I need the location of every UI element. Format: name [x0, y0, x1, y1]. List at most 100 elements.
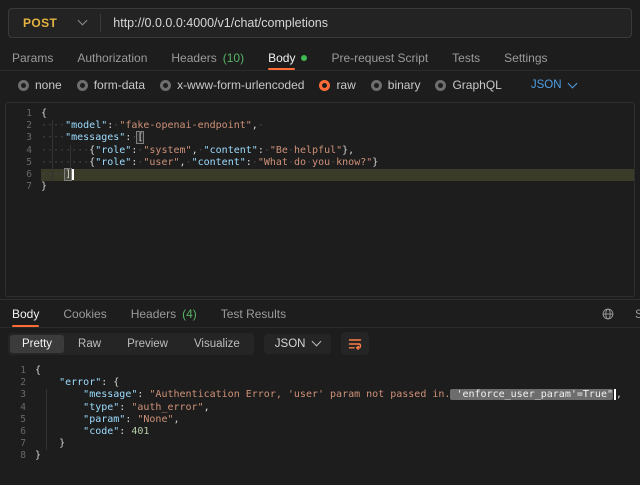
radio-label: form-data — [94, 78, 145, 92]
radio-icon — [77, 80, 88, 91]
line-number: 1 — [6, 108, 41, 120]
response-format-label: JSON — [275, 338, 306, 350]
bodytype-binary[interactable]: binary — [371, 78, 421, 92]
bodytype-graphql[interactable]: GraphQL — [435, 78, 501, 92]
url-input[interactable]: http://0.0.0.0:4000/v1/chat/completions — [101, 16, 340, 30]
token: "message" — [83, 389, 137, 400]
token: "role" — [95, 157, 131, 168]
view-visualize[interactable]: Visualize — [182, 335, 252, 353]
tab-label: Body — [268, 45, 295, 70]
token: }, — [342, 145, 354, 156]
chevron-down-icon — [567, 78, 577, 88]
tab-label: Params — [12, 45, 53, 70]
bodytype-x-www-form-urlencoded[interactable]: x-www-form-urlencoded — [160, 78, 304, 92]
code-line[interactable]: 5········{"role":·"user",·"content":·"Wh… — [6, 157, 634, 169]
line-number: 2 — [0, 377, 35, 389]
token — [35, 414, 83, 425]
code-line[interactable]: 3 "message": "Authentication Error, 'use… — [0, 389, 640, 401]
token: "code" — [83, 426, 119, 437]
token: "Authentication Error, 'user' param not … — [149, 389, 450, 400]
url-bar: POST http://0.0.0.0:4000/v1/chat/complet… — [8, 8, 632, 38]
radio-label: binary — [388, 78, 421, 92]
radio-icon — [319, 80, 330, 91]
tab-label: Pre-request Script — [331, 45, 428, 70]
tab-authorization[interactable]: Authorization — [77, 45, 147, 70]
tab-label: Tests — [452, 45, 480, 70]
code-line[interactable]: 6····] — [6, 169, 634, 181]
line-number: 5 — [0, 414, 35, 426]
method-dropdown[interactable]: POST — [9, 9, 100, 37]
line-number: 6 — [0, 426, 35, 438]
code-line-content: { — [35, 365, 640, 377]
token: "fake-openai-endpoint" — [119, 120, 251, 131]
code-line[interactable]: 4········{"role":·"system",·"content":·"… — [6, 145, 634, 157]
code-line[interactable]: 6 "code": 401 — [0, 426, 640, 438]
view-pretty[interactable]: Pretty — [10, 335, 64, 353]
tab-params[interactable]: Params — [12, 45, 53, 70]
text-cursor-icon — [72, 169, 74, 180]
bodytype-none[interactable]: none — [18, 78, 62, 92]
tab-tests[interactable]: Tests — [452, 45, 480, 70]
code-line[interactable]: 7} — [6, 181, 634, 193]
radio-icon — [371, 80, 382, 91]
response-toolbar: PrettyRawPreviewVisualize JSON — [0, 328, 640, 359]
bodytype-raw[interactable]: raw — [319, 78, 355, 92]
code-line[interactable]: 1{ — [0, 365, 640, 377]
code-line[interactable]: 4 "type": "auth_error", — [0, 402, 640, 414]
code-line[interactable]: 1{ — [6, 108, 634, 120]
tab-pre-request-script[interactable]: Pre-request Script — [331, 45, 428, 70]
response-tab-cookies[interactable]: Cookies — [63, 300, 106, 327]
response-tabs-right: S — [601, 300, 640, 327]
token: , — [616, 389, 622, 400]
view-raw[interactable]: Raw — [66, 335, 113, 353]
tab-label: Headers — [131, 300, 176, 327]
line-number: 7 — [0, 438, 35, 450]
response-body-editor[interactable]: 1{2 "error": {3 "message": "Authenticati… — [0, 359, 640, 485]
token: · — [258, 120, 264, 131]
tab-body[interactable]: Body — [268, 45, 307, 70]
code-line[interactable]: 3····"messages":·[ — [6, 132, 634, 144]
code-line-content: "type": "auth_error", — [35, 402, 640, 414]
response-format-dropdown[interactable]: JSON — [264, 334, 332, 354]
line-number: 3 — [0, 389, 35, 401]
globe-icon[interactable] — [601, 307, 615, 321]
tab-label: Body — [12, 300, 39, 327]
token — [35, 438, 59, 449]
radio-icon — [435, 80, 446, 91]
token: } — [59, 438, 65, 449]
radio-label: x-www-form-urlencoded — [177, 78, 304, 92]
response-status-clipped: S — [635, 307, 640, 321]
tab-settings[interactable]: Settings — [504, 45, 547, 70]
indent-guide — [52, 120, 53, 181]
code-line-content: "message": "Authentication Error, 'user'… — [35, 389, 640, 401]
code-line[interactable]: 7 } — [0, 438, 640, 450]
response-tab-body[interactable]: Body — [12, 300, 39, 327]
code-line[interactable]: 2····"model":·"fake-openai-endpoint",· — [6, 120, 634, 132]
tab-label: Settings — [504, 45, 547, 70]
request-body-editor[interactable]: 1{2····"model":·"fake-openai-endpoint",·… — [5, 102, 635, 297]
request-format-label: JSON — [531, 79, 562, 91]
view-preview[interactable]: Preview — [115, 335, 180, 353]
response-tab-test-results[interactable]: Test Results — [221, 300, 286, 327]
code-line-content: ····"model":·"fake-openai-endpoint",· — [41, 120, 634, 132]
code-line-content: } — [41, 181, 634, 193]
token: : — [137, 389, 149, 400]
token: "content" — [204, 145, 258, 156]
wrap-text-button[interactable] — [341, 332, 369, 355]
token: "None" — [137, 414, 173, 425]
code-line[interactable]: 8} — [0, 450, 640, 462]
tab-label: Test Results — [221, 300, 286, 327]
code-line[interactable]: 5 "param": "None", — [0, 414, 640, 426]
token: 'enforce_user_param'=True" — [450, 389, 613, 400]
request-format-dropdown[interactable]: JSON — [531, 79, 576, 91]
code-line-content: "code": 401 — [35, 426, 640, 438]
radio-label: none — [35, 78, 62, 92]
response-tab-headers[interactable]: Headers (4) — [131, 300, 197, 327]
code-line[interactable]: 2 "error": { — [0, 377, 640, 389]
tab-count: (4) — [182, 307, 197, 321]
token: "Be — [270, 145, 288, 156]
tab-headers[interactable]: Headers(10) — [171, 45, 244, 70]
token: ···· — [41, 132, 65, 143]
code-line-content: } — [35, 438, 640, 450]
bodytype-form-data[interactable]: form-data — [77, 78, 145, 92]
